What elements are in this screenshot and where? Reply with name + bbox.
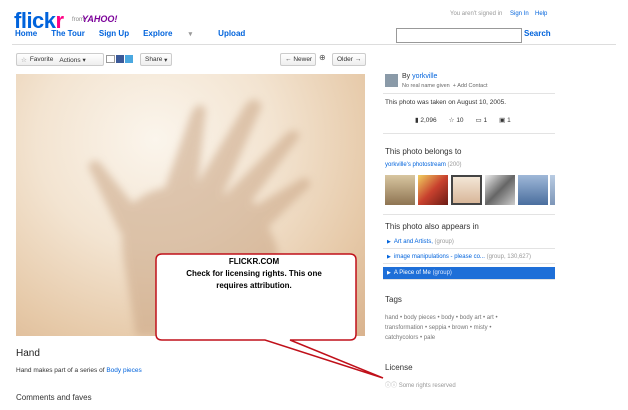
- photostream-thumb-current[interactable]: [451, 175, 482, 205]
- photostream-thumb[interactable]: [418, 175, 448, 205]
- divider: [383, 214, 555, 215]
- notes-stat: ▣ 1: [499, 116, 511, 124]
- photostream-thumb[interactable]: [518, 175, 548, 205]
- group-link[interactable]: Art and Artists,: [394, 239, 433, 245]
- views-stat: ▮ 2,096: [415, 116, 437, 124]
- group-meta: (group, 130,627): [486, 254, 531, 260]
- owner-line: By yorkville: [402, 73, 437, 80]
- group-link[interactable]: A Piece of Me: [394, 270, 431, 276]
- real-name-text: No real name given: [402, 83, 450, 89]
- cc-by-icon: ⓘ: [391, 383, 398, 389]
- license-link[interactable]: Some rights reserved: [399, 383, 456, 389]
- group-item[interactable]: ▶ image manipulations - please co... (gr…: [383, 251, 555, 264]
- views-count: 2,096: [420, 117, 437, 124]
- note-icon: ▣: [499, 117, 506, 124]
- comments-count: 1: [483, 117, 488, 124]
- photostream-link[interactable]: yorkville's photostream: [385, 162, 446, 168]
- divider: [383, 93, 555, 94]
- triangle-right-icon: ▶: [387, 270, 391, 276]
- belongs-heading: This photo belongs to: [385, 147, 462, 156]
- license-info: ⓘⓘ Some rights reserved: [385, 380, 456, 389]
- tag-line[interactable]: transformation • seppia • brown • misty …: [385, 323, 550, 333]
- appears-heading: This photo also appears in: [385, 222, 479, 231]
- owner-link[interactable]: yorkville: [412, 73, 437, 80]
- tags-heading: Tags: [385, 295, 402, 304]
- by-label: By: [402, 73, 411, 80]
- add-contact-link[interactable]: + Add Contact: [453, 83, 488, 89]
- callout-line-3: requires attribution.: [216, 281, 292, 290]
- callout-line-2: Check for licensing rights. This one: [186, 269, 322, 278]
- comment-icon: ▭: [475, 117, 482, 124]
- photostream-thumb-partial[interactable]: [550, 175, 555, 205]
- photostream-line: yorkville's photostream (200): [385, 162, 462, 168]
- owner-meta: No real name given + Add Contact: [402, 83, 487, 89]
- tag-list: hand • body pieces • body • body art • a…: [385, 313, 550, 343]
- comments-stat[interactable]: ▭ 1: [476, 116, 488, 124]
- callout-bubble: [155, 253, 384, 379]
- photostream-thumb[interactable]: [485, 175, 515, 205]
- callout-line-1: FLICKR.COM: [228, 257, 280, 266]
- tag-line[interactable]: hand • body pieces • body • body art • a…: [385, 313, 550, 323]
- views-icon: ▮: [415, 117, 419, 124]
- notes-count: 1: [507, 117, 511, 124]
- tag-line[interactable]: catchycolors • pale: [385, 333, 550, 343]
- group-item-selected[interactable]: ▶ A Piece of Me (group): [383, 267, 555, 280]
- group-meta: (group): [432, 270, 452, 276]
- triangle-right-icon: ▶: [387, 239, 391, 245]
- divider: [383, 133, 555, 134]
- faves-count: 10: [456, 117, 464, 124]
- photostream-thumb[interactable]: [385, 175, 415, 205]
- callout-text: FLICKR.COM Check for licensing rights. T…: [152, 256, 356, 292]
- group-meta: (group): [434, 239, 454, 245]
- photo-taken-date: This photo was taken on August 10, 2005.: [385, 99, 507, 106]
- photostream-count: (200): [447, 162, 462, 168]
- triangle-right-icon: ▶: [387, 254, 391, 260]
- avatar[interactable]: [385, 74, 398, 87]
- faves-stat[interactable]: ☆ 10: [449, 116, 464, 124]
- star-icon: ☆: [448, 117, 455, 124]
- group-item[interactable]: ▶ Art and Artists, (group): [383, 236, 555, 249]
- photo-stats: ▮ 2,096 ☆ 10 ▭ 1 ▣ 1: [415, 116, 511, 124]
- group-link[interactable]: image manipulations - please co...: [394, 254, 485, 260]
- license-heading: License: [385, 363, 413, 372]
